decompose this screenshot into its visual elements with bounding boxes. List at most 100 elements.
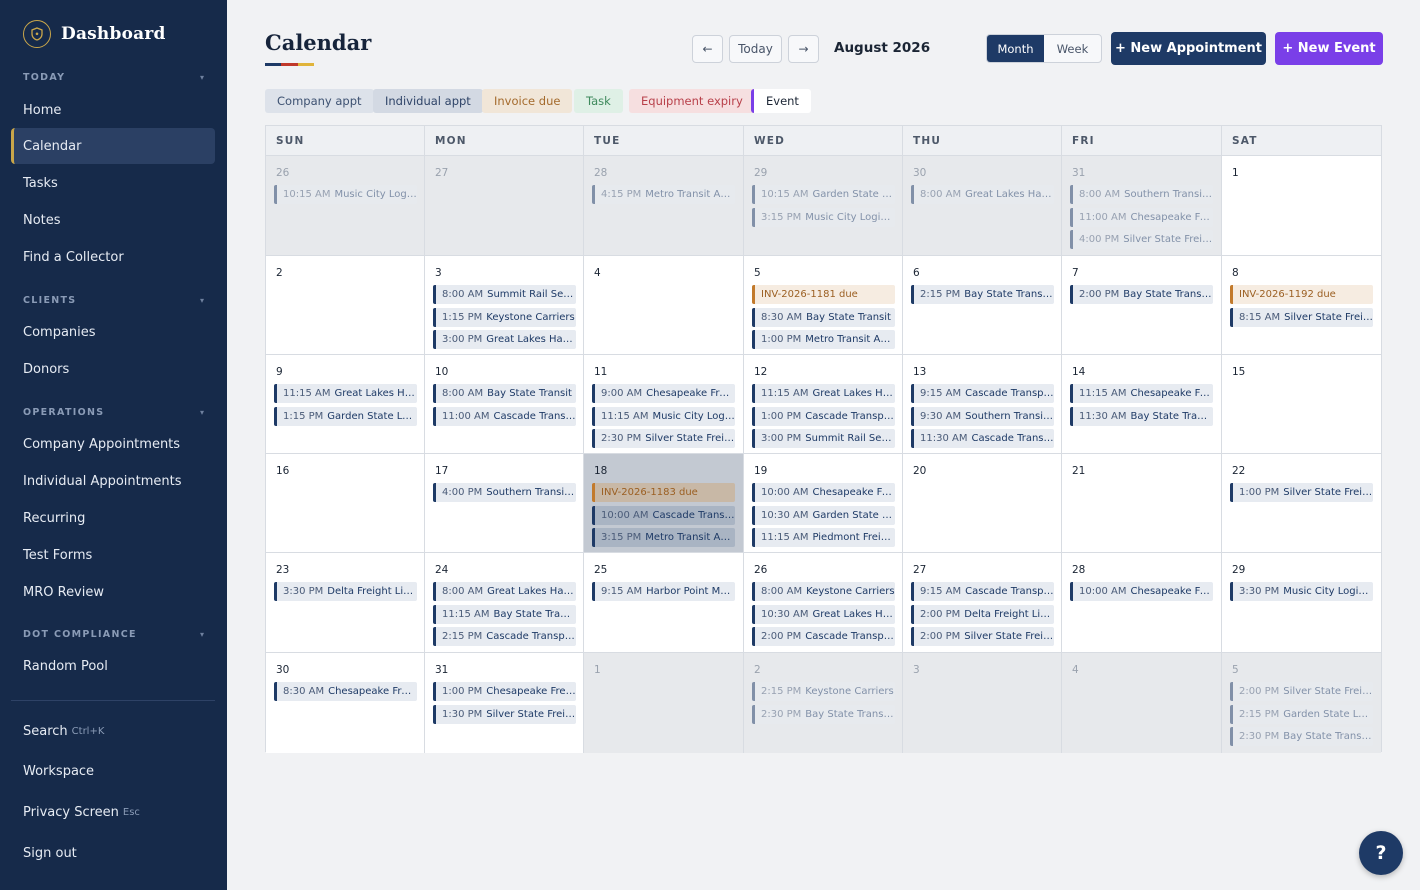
appointment-chip[interactable]: 2:00 PM Silver State Freight bbox=[911, 627, 1054, 647]
day-cell[interactable]: 29 10:15 AMGarden State Logistics 3:15 PMM… bbox=[744, 156, 903, 256]
appointment-chip[interactable]: 10:00 AMChesapeake Freight bbox=[752, 483, 895, 502]
appointment-chip[interactable]: 11:30 AM Bay State Transit bbox=[1070, 406, 1213, 426]
appointment-chip[interactable]: 1:00 PM Chesapeake Freight bbox=[433, 682, 576, 701]
appointment-chip[interactable]: 9:30 AMSouthern Transit Co. bbox=[911, 406, 1054, 426]
sidebar-item-companies[interactable]: Companies bbox=[11, 314, 215, 350]
day-cell[interactable]: 1 bbox=[1222, 156, 1381, 256]
day-cell[interactable]: 8 INV-2026-1192 due 8:15 AM Silver State Fr… bbox=[1222, 256, 1381, 355]
legend-event[interactable]: Event bbox=[751, 89, 811, 113]
day-cell[interactable]: 31 8:00 AMSouthern Transit Co. 11:00 AMChe… bbox=[1062, 156, 1222, 256]
day-cell[interactable]: 27 bbox=[425, 156, 584, 256]
day-cell[interactable]: 28 10:00 AMChesapeake Freight bbox=[1062, 553, 1222, 653]
day-cell[interactable]: 1 bbox=[584, 653, 744, 753]
appointment-chip[interactable]: 2:00 PMBay State Transit Co. bbox=[1070, 285, 1213, 304]
section-clients[interactable]: CLIENTS ▾ bbox=[23, 292, 204, 308]
appointment-chip[interactable]: 11:15 AMChesapeake Freight bbox=[1070, 384, 1213, 403]
appointment-chip[interactable]: 9:15 AM Cascade Transport bbox=[911, 582, 1054, 601]
section-dot-compliance[interactable]: DOT COMPLIANCE ▾ bbox=[23, 626, 204, 642]
invoice-due-chip[interactable]: INV-2026-1192 due bbox=[1230, 285, 1373, 304]
appointment-chip[interactable]: 9:15 AM Cascade Transport bbox=[911, 384, 1054, 403]
new-appointment-button[interactable]: + New Appointment bbox=[1111, 32, 1266, 65]
day-cell[interactable]: 26 10:15 AMMusic City Logistics bbox=[266, 156, 425, 256]
invoice-due-chip[interactable]: INV-2026-1181 due bbox=[752, 285, 895, 304]
sidebar-item-recurring[interactable]: Recurring bbox=[11, 500, 215, 536]
appointment-chip[interactable]: 2:00 PM Delta Freight Lines bbox=[911, 604, 1054, 624]
sidebar-item-donors[interactable]: Donors bbox=[11, 351, 215, 387]
new-event-button[interactable]: + New Event bbox=[1275, 32, 1383, 65]
appointment-chip[interactable]: 10:15 AMMusic City Logistics bbox=[274, 185, 417, 204]
appointment-chip[interactable]: 10:00 AMChesapeake Freight bbox=[1070, 582, 1213, 601]
view-week-button[interactable]: Week bbox=[1044, 35, 1101, 62]
appointment-chip[interactable]: 8:00 AM Keystone Carriers bbox=[752, 582, 895, 601]
appointment-chip[interactable]: 11:15 AM Piedmont Freight bbox=[752, 528, 895, 548]
day-cell[interactable]: 21 bbox=[1062, 454, 1222, 553]
day-cell[interactable]: 10 8:00 AM Bay State Transit 11:00 AM Cascad… bbox=[425, 355, 584, 454]
appointment-chip[interactable]: 2:30 PMBay State Transit Co. bbox=[752, 704, 895, 724]
sidebar-item-search[interactable]: Search Ctrl+K bbox=[11, 713, 215, 749]
appointment-chip[interactable]: 1:15 PM Keystone Carriers bbox=[433, 307, 576, 327]
day-cell[interactable]: 4 bbox=[1062, 653, 1222, 753]
legend-invoice-due[interactable]: Invoice due bbox=[482, 89, 573, 113]
sidebar-item-notes[interactable]: Notes bbox=[11, 202, 215, 238]
day-cell[interactable]: 62:15 PMBay State Transit Co. bbox=[903, 256, 1062, 355]
appointment-chip[interactable]: 4:15 PMMetro Transit Authority bbox=[592, 185, 735, 204]
appointment-chip[interactable]: 2:00 PM Silver State Freight bbox=[1230, 682, 1373, 701]
day-cell[interactable]: 72:00 PMBay State Transit Co. bbox=[1062, 256, 1222, 355]
day-cell[interactable]: 5 INV-2026-1181 due 8:30 AM Bay State Trans… bbox=[744, 256, 903, 355]
day-cell[interactable]: 13 9:15 AM Cascade Transport 9:30 AM Souther… bbox=[903, 355, 1062, 454]
appointment-chip[interactable]: 11:00 AMCascade Transport bbox=[433, 406, 576, 426]
view-month-button[interactable]: Month bbox=[987, 35, 1044, 62]
sidebar-item-mro-review[interactable]: MRO Review bbox=[11, 574, 215, 610]
day-cell[interactable]: 17 4:00 PMSouthern Transit Co. bbox=[425, 454, 584, 553]
appointment-chip[interactable]: 11:15 AMMusic City Logistics bbox=[592, 406, 735, 426]
appointment-chip[interactable]: 11:15 AMGreat Lakes Hauling bbox=[752, 384, 895, 403]
appointment-chip[interactable]: 10:00 AMCascade Transport bbox=[592, 505, 735, 525]
appointment-chip[interactable]: 8:00 AMGreat Lakes Hauling bbox=[911, 185, 1054, 204]
day-cell[interactable]: 2 bbox=[266, 256, 425, 355]
sidebar-item-individual-appointments[interactable]: Individual Appointments bbox=[11, 463, 215, 499]
sidebar-item-tasks[interactable]: Tasks bbox=[11, 165, 215, 201]
appointment-chip[interactable]: 3:15 PMMetro Transit Authority bbox=[592, 528, 735, 548]
section-today[interactable]: TODAY ▾ bbox=[23, 69, 204, 85]
day-cell[interactable]: 28 4:15 PMMetro Transit Authority bbox=[584, 156, 744, 256]
appointment-chip[interactable]: 10:30 AMGreat Lakes Hauling bbox=[752, 604, 895, 624]
day-cell[interactable]: 29 3:30 PM Music City Logistics bbox=[1222, 553, 1381, 653]
legend-company-appt[interactable]: Company appt bbox=[265, 89, 374, 113]
appointment-chip[interactable]: 1:00 PM Silver State Freight bbox=[1230, 483, 1373, 502]
sidebar-item-calendar[interactable]: Calendar bbox=[11, 128, 215, 164]
today-button[interactable]: Today bbox=[729, 35, 782, 63]
appointment-chip[interactable]: 8:30 AM Chesapeake Freight bbox=[274, 682, 417, 701]
sidebar-item-find-a-collector[interactable]: Find a Collector bbox=[11, 239, 215, 275]
appointment-chip[interactable]: 11:15 AM Bay State Transit bbox=[433, 604, 576, 624]
section-operations[interactable]: OPERATIONS ▾ bbox=[23, 404, 204, 420]
appointment-chip[interactable]: 3:00 PMSummit Rail Services bbox=[752, 429, 895, 449]
day-cell[interactable]: 12 11:15 AMGreat Lakes Hauling 1:00 PMCasc… bbox=[744, 355, 903, 454]
appointment-chip[interactable]: 2:30 PMBay State Transit Co. bbox=[1230, 727, 1373, 747]
appointment-chip[interactable]: 1:00 PM Cascade Transport bbox=[752, 406, 895, 426]
sidebar-item-random-pool[interactable]: Random Pool bbox=[11, 648, 215, 684]
sidebar-item-privacy-screen[interactable]: Privacy Screen Esc bbox=[11, 794, 215, 830]
legend-equipment-expiry[interactable]: Equipment expiry bbox=[629, 89, 755, 113]
appointment-chip[interactable]: 9:15 AMHarbor Point Marine bbox=[592, 582, 735, 601]
appointment-chip[interactable]: 3:15 PM Music City Logistics bbox=[752, 207, 895, 227]
day-cell[interactable]: 38:00 AMSummit Rail Services1:15 PMKeyst… bbox=[425, 256, 584, 355]
appointment-chip[interactable]: 1:00 PMMetro Transit Authority bbox=[752, 330, 895, 350]
appointment-chip[interactable]: 8:00 AMSouthern Transit Co. bbox=[1070, 185, 1213, 204]
day-cell[interactable]: 1411:15 AMChesapeake Freight11:30 AMBay … bbox=[1062, 355, 1222, 454]
appointment-chip[interactable]: 1:30 PM Silver State Freight bbox=[433, 704, 576, 724]
legend-individual-appt[interactable]: Individual appt bbox=[373, 89, 483, 113]
sidebar-item-test-forms[interactable]: Test Forms bbox=[11, 537, 215, 573]
appointment-chip[interactable]: 1:15 PMGarden State Logistics bbox=[274, 406, 417, 426]
legend-task[interactable]: Task bbox=[574, 89, 623, 113]
next-month-button[interactable]: → bbox=[788, 35, 819, 63]
day-cell[interactable]: 30 8:30 AM Chesapeake Freight bbox=[266, 653, 425, 753]
appointment-chip[interactable]: 9:00 AM Chesapeake Freight bbox=[592, 384, 735, 403]
appointment-chip[interactable]: 4:00 PM Silver State Freight bbox=[1070, 230, 1213, 250]
appointment-chip[interactable]: 2:15 PM Keystone Carriers bbox=[752, 682, 895, 701]
day-cell[interactable]: 20 bbox=[903, 454, 1062, 553]
appointment-chip[interactable]: 2:15 PMBay State Transit Co. bbox=[911, 285, 1054, 304]
day-cell[interactable]: 16 bbox=[266, 454, 425, 553]
appointment-chip[interactable]: 8:00 AMSummit Rail Services bbox=[433, 285, 576, 304]
day-cell[interactable]: 2 2:15 PM Keystone Carriers 2:30 PM Bay Stat… bbox=[744, 653, 903, 753]
day-cell[interactable]: 3 bbox=[903, 653, 1062, 753]
